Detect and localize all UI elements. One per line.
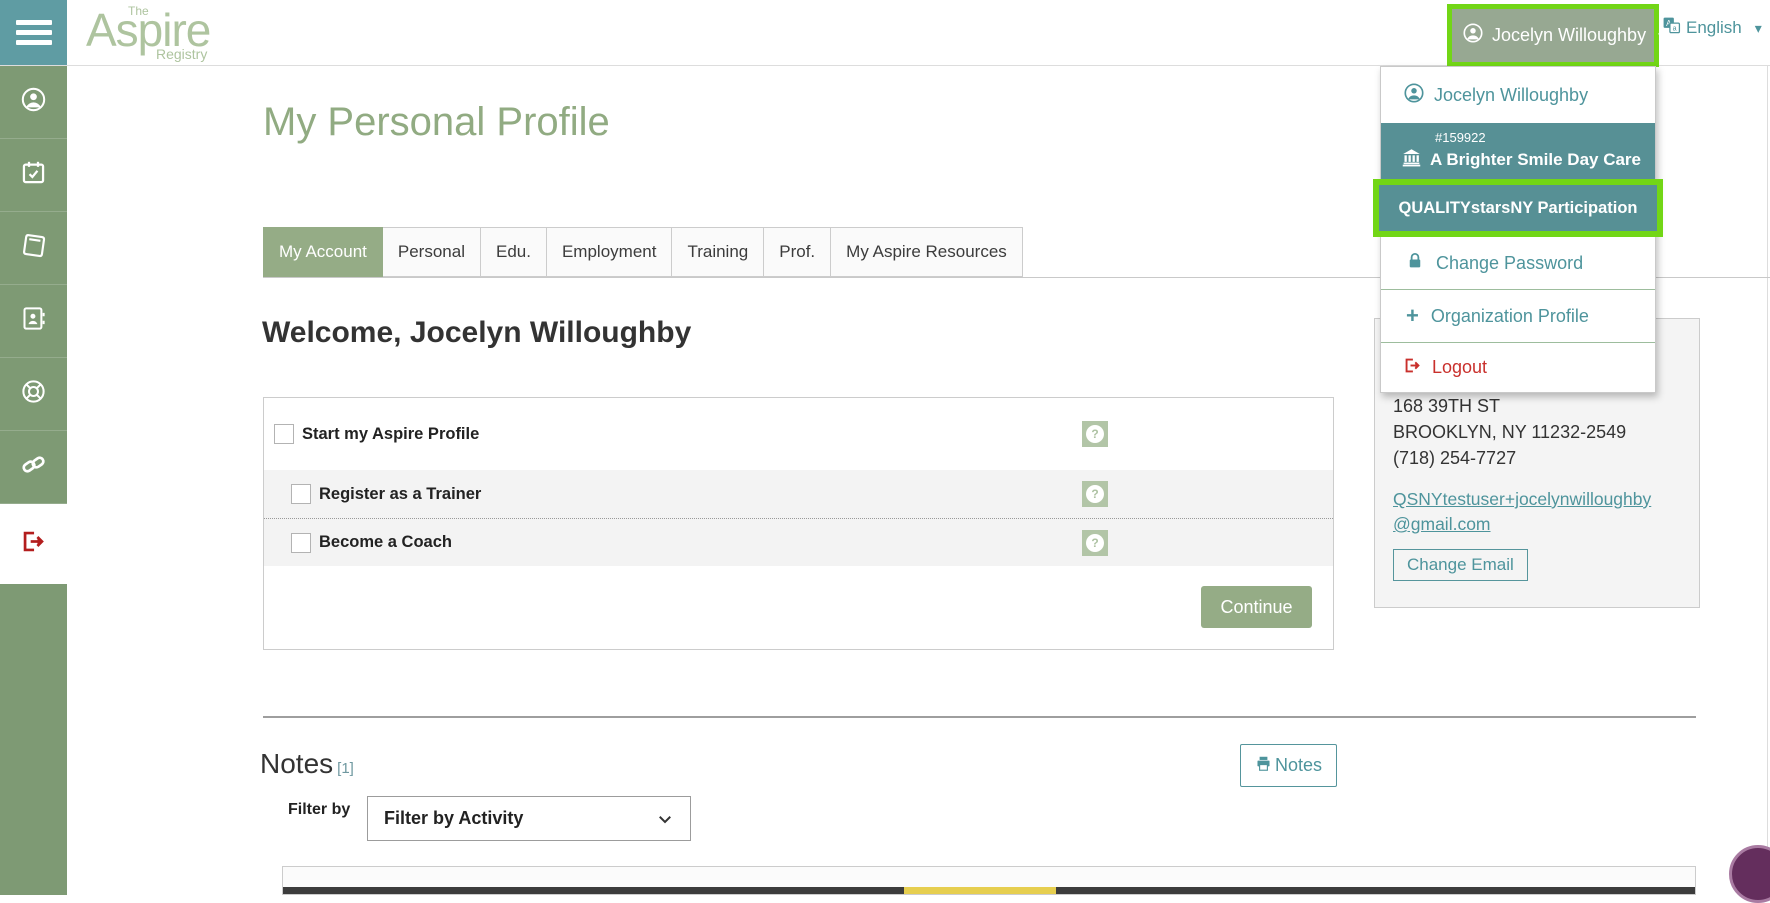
logo-registry: Registry [156, 46, 208, 62]
phone-number: (718) 254-7727 [1393, 448, 1517, 468]
book-icon [20, 232, 47, 264]
tab-my-aspire-resources[interactable]: My Aspire Resources [831, 227, 1023, 277]
tab-edu[interactable]: Edu. [480, 227, 547, 277]
menu-profile-name-label: Jocelyn Willoughby [1434, 84, 1589, 105]
organization-name: A Brighter Smile Day Care [1430, 149, 1641, 169]
filter-by-label: Filter by [288, 801, 351, 818]
print-notes-button[interactable]: Notes [1240, 744, 1337, 787]
menu-item-logout[interactable]: Logout [1381, 343, 1655, 392]
option-label: Register as a Trainer [319, 484, 482, 503]
option-row-start-profile: Start my Aspire Profile ? [264, 398, 1333, 470]
start-profile-checkbox[interactable] [274, 424, 294, 444]
header-bar: The Aspire Registry Jocelyn Willoughby ▾… [0, 0, 1770, 67]
organization-number: #159922 [1435, 129, 1486, 145]
user-circle-icon [1403, 82, 1425, 109]
address-line-2: BROOKLYN, NY 11232-2549 [1393, 422, 1627, 442]
user-circle-icon [1462, 22, 1484, 49]
chevron-down-icon: ▾ [1754, 19, 1762, 36]
user-dropdown-menu: Jocelyn Willoughby #159922 A Brighter Sm… [1373, 66, 1663, 393]
logout-label: Logout [1432, 357, 1488, 377]
change-email-button[interactable]: Change Email [1393, 549, 1528, 581]
tab-training[interactable]: Training [672, 227, 765, 277]
print-notes-label: Notes [1274, 755, 1323, 775]
user-button-label: Jocelyn Willoughby [1492, 25, 1647, 45]
menu-item-change-password[interactable]: Change Password [1381, 237, 1655, 289]
calendar-check-icon [20, 159, 47, 191]
tab-employment[interactable]: Employment [546, 227, 673, 277]
menu-item-profile-name[interactable]: Jocelyn Willoughby [1381, 67, 1655, 123]
plus-icon: + [1406, 303, 1419, 328]
sidebar-nav [0, 66, 67, 895]
account-options-card: Start my Aspire Profile ? Register as a … [263, 397, 1334, 650]
address-book-icon [20, 305, 47, 337]
translate-icon: A a [1662, 16, 1681, 40]
continue-button[interactable]: Continue [1201, 586, 1312, 628]
menu-item-organization[interactable]: #159922 A Brighter Smile Day Care [1381, 123, 1655, 179]
change-password-label: Change Password [1436, 252, 1584, 273]
section-divider [263, 716, 1696, 718]
person-circle-icon [20, 86, 47, 118]
sidebar-item-events[interactable] [0, 139, 67, 212]
tab-my-account[interactable]: My Account [263, 227, 383, 277]
register-trainer-checkbox[interactable] [291, 484, 311, 504]
bank-icon [1401, 147, 1422, 173]
language-selector[interactable]: A a English ▾ [1662, 16, 1762, 40]
tab-prof[interactable]: Prof. [764, 227, 832, 277]
option-label: Become a Coach [319, 533, 452, 551]
help-icon[interactable]: ? [1082, 529, 1108, 556]
organization-profile-label: Organization Profile [1430, 305, 1589, 326]
help-icon[interactable]: ? [1082, 421, 1108, 447]
printer-icon [1255, 755, 1272, 777]
notes-table-container [282, 866, 1696, 895]
language-label: English [1686, 18, 1742, 37]
hamburger-menu-button[interactable] [0, 0, 67, 65]
sidebar-item-links[interactable] [0, 431, 67, 504]
sidebar-item-contacts[interactable] [0, 285, 67, 358]
menu-item-qualitystarsny-participation[interactable]: QUALITYstarsNY Participation [1379, 185, 1657, 231]
sidebar-item-logout[interactable] [0, 504, 67, 584]
option-row-become-coach: Become a Coach ? [264, 518, 1333, 566]
menu-item-organization-profile[interactable]: + Organization Profile [1381, 290, 1655, 342]
notes-count-badge: [1] [337, 760, 354, 777]
page-right-border [1767, 66, 1768, 895]
lock-icon [1406, 252, 1424, 275]
help-icon[interactable]: ? [1082, 481, 1108, 507]
sign-out-icon [1403, 356, 1422, 380]
notes-filter-select[interactable]: Filter by Activity [367, 796, 691, 841]
notes-heading: Notes [1] [260, 748, 354, 779]
become-coach-checkbox[interactable] [291, 532, 311, 553]
svg-text:a: a [1673, 24, 1677, 32]
annotation-highlight-box: QUALITYstarsNY Participation [1373, 179, 1663, 237]
option-row-register-trainer: Register as a Trainer ? [264, 470, 1333, 518]
sidebar-item-help[interactable] [0, 358, 67, 431]
filter-selected-value: Filter by Activity [384, 808, 524, 828]
user-menu-button[interactable]: Jocelyn Willoughby ▾ [1447, 4, 1666, 67]
notes-table-yellow-highlight [904, 887, 1056, 894]
sidebar-item-education[interactable] [0, 212, 67, 285]
sign-out-icon [20, 528, 47, 560]
feedback-widget-button[interactable] [1729, 845, 1770, 903]
email-link[interactable]: QSNYtestuser+jocelynwilloughby @gmail.co… [1393, 487, 1699, 537]
chevron-down-icon [659, 815, 671, 823]
welcome-heading: Welcome, Jocelyn Willoughby [262, 316, 692, 349]
life-ring-icon [20, 378, 47, 410]
option-label: Start my Aspire Profile [302, 424, 480, 443]
page-title: My Personal Profile [263, 100, 610, 144]
aspire-registry-logo[interactable]: The Aspire Registry [86, 1, 236, 65]
link-icon [20, 451, 47, 483]
tab-personal[interactable]: Personal [382, 227, 481, 277]
participation-label: QUALITYstarsNY Participation [1398, 198, 1638, 217]
sidebar-item-profile[interactable] [0, 66, 67, 139]
address-line-1: 168 39TH ST [1393, 396, 1501, 416]
